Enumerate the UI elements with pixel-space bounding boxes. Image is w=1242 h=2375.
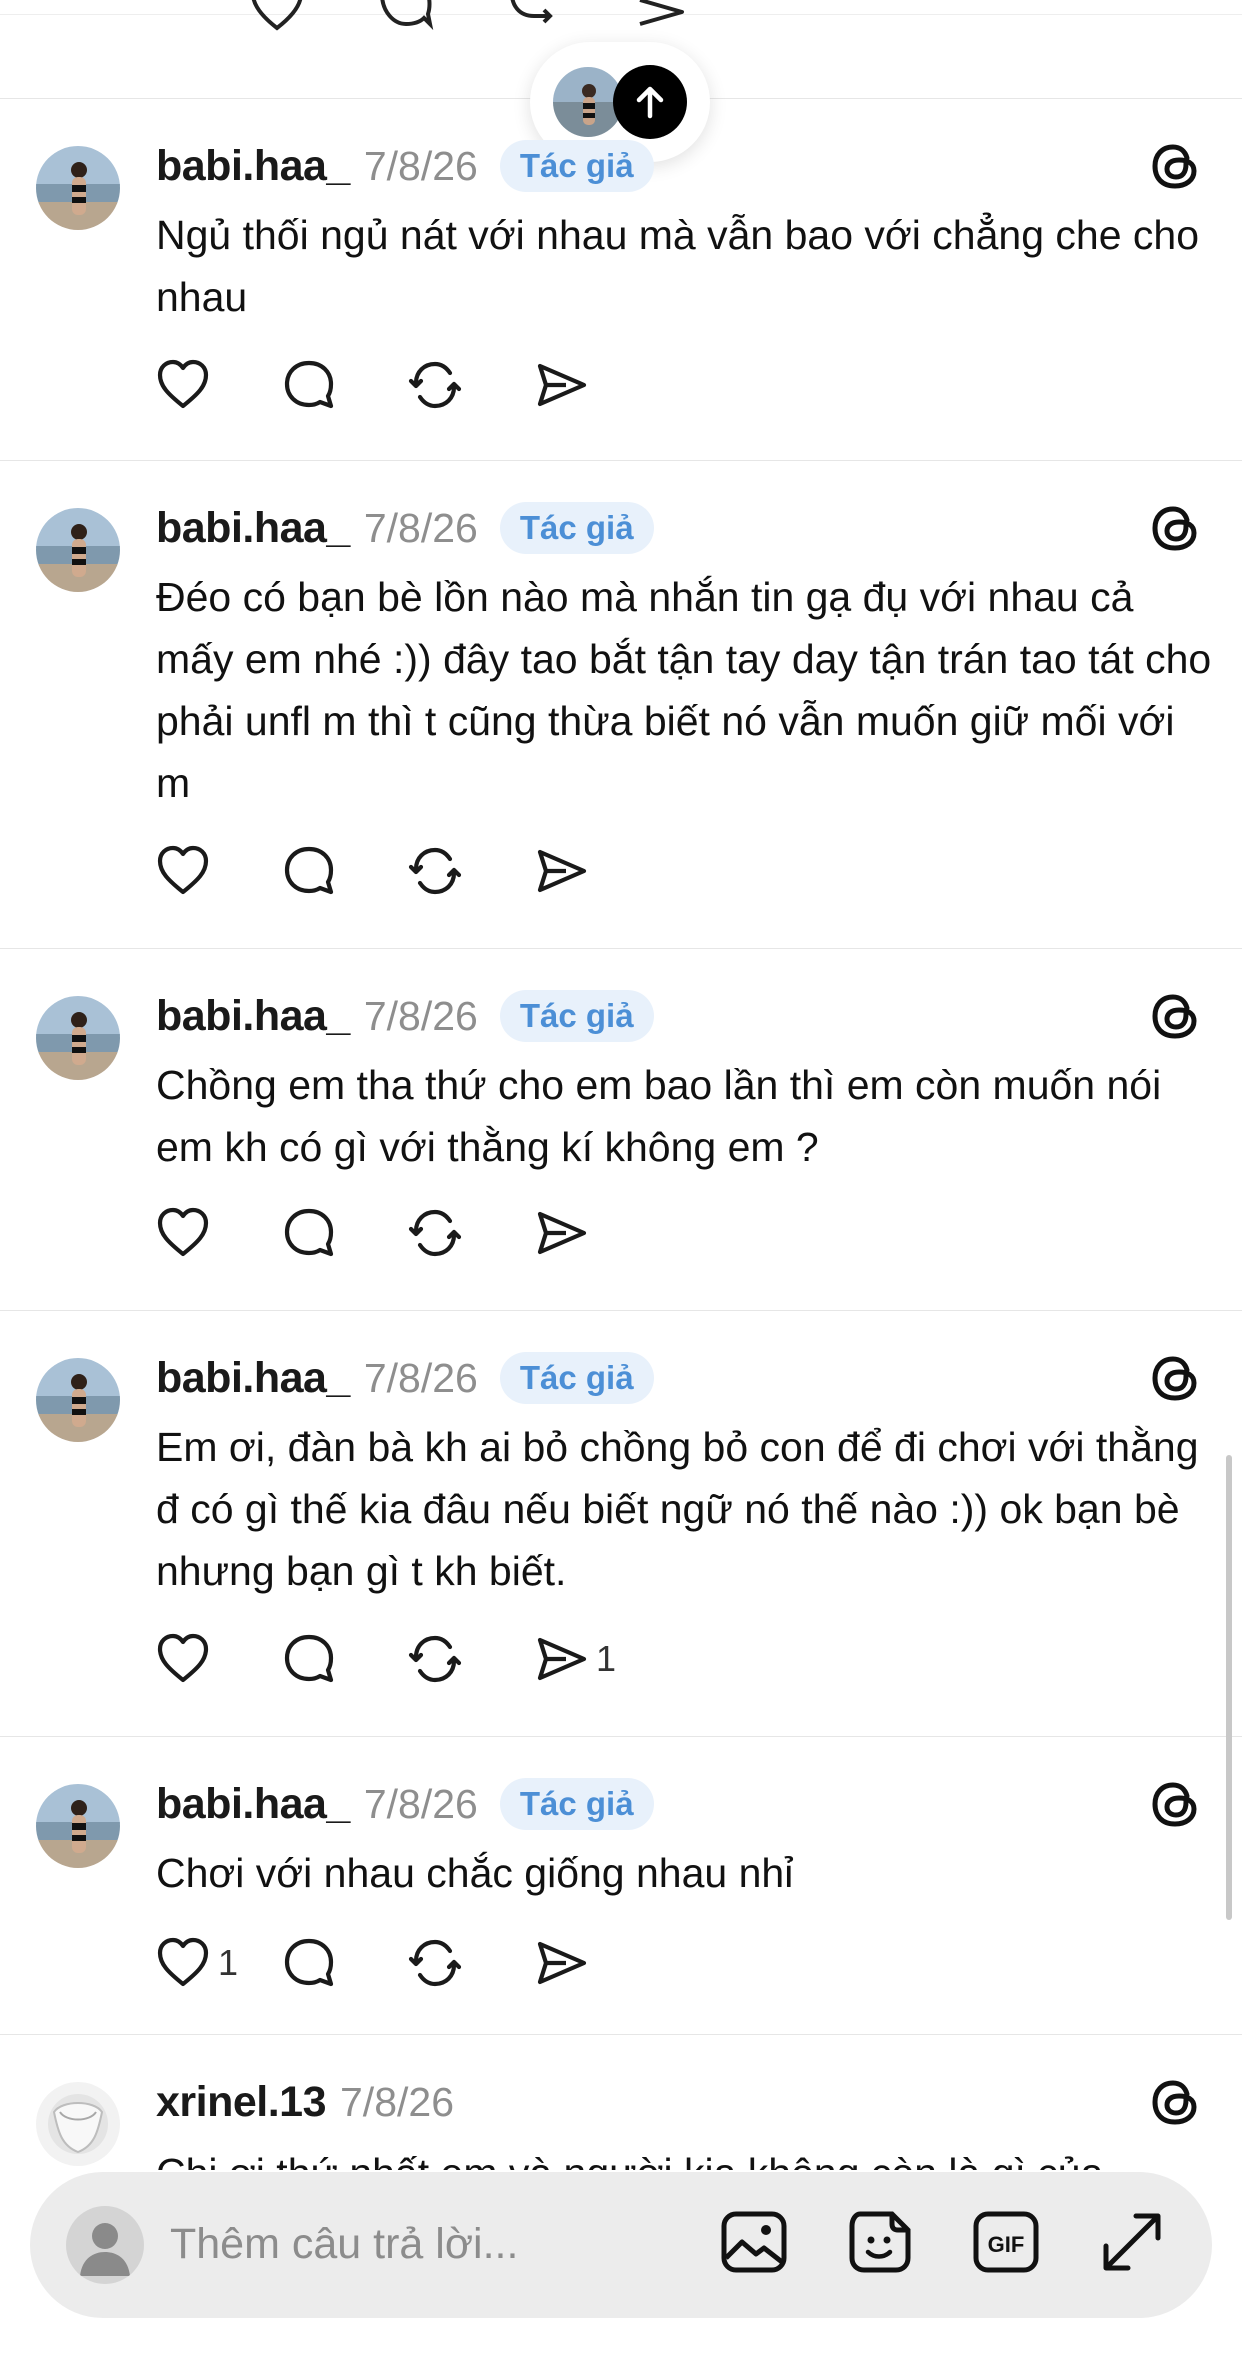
post-text: Chị ơi thứ nhất em và người kia không cò… <box>156 2142 1216 2170</box>
share-button[interactable] <box>532 1204 658 1262</box>
share-icon <box>532 356 590 414</box>
post-date: 7/8/26 <box>363 1780 478 1827</box>
threads-logo-icon[interactable] <box>1148 1350 1204 1406</box>
repost-icon[interactable] <box>504 0 562 34</box>
gif-icon[interactable]: GIF <box>970 2206 1042 2278</box>
comment-button[interactable] <box>280 1934 406 1992</box>
repost-button[interactable] <box>406 1204 532 1262</box>
repost-icon <box>406 842 464 900</box>
heart-icon <box>154 1204 212 1262</box>
share-icon <box>532 1630 590 1688</box>
like-button[interactable] <box>154 842 280 900</box>
reply-post[interactable]: xrinel.13 7/8/26 Chị ơi thứ nhất em và ngư… <box>0 2034 1242 2174</box>
author-badge: Tác giả <box>499 990 654 1042</box>
image-icon[interactable] <box>718 2206 790 2278</box>
repost-icon <box>406 1934 464 1992</box>
reply-post[interactable]: babi.haa_ 7/8/26 Tác giả Chơi với nhau chắc… <box>0 1736 1242 2035</box>
reply-post[interactable]: babi.haa_ 7/8/26 Tác giả Em ơi, đàn bà kh a… <box>0 1310 1242 1737</box>
reply-post[interactable]: babi.haa_ 7/8/26 Tác giả Chồng em tha thứ c… <box>0 948 1242 1311</box>
heart-icon <box>154 1630 212 1688</box>
comment-icon <box>280 1204 338 1262</box>
threads-logo-icon[interactable] <box>1148 1776 1204 1832</box>
share-button[interactable] <box>532 842 658 900</box>
share-button[interactable]: 1 <box>532 1630 658 1688</box>
repost-button[interactable] <box>406 1630 532 1688</box>
post-date: 7/8/26 <box>363 142 478 189</box>
username[interactable]: babi.haa_ <box>156 504 350 553</box>
threads-logo-icon[interactable] <box>1148 500 1204 556</box>
post-text: Chồng em tha thứ cho em bao lần thì em c… <box>156 1062 1162 1170</box>
post-date: 7/8/26 <box>363 1354 478 1401</box>
sticker-icon[interactable] <box>844 2206 916 2278</box>
author-badge: Tác giả <box>499 502 654 554</box>
avatar[interactable] <box>36 2082 120 2166</box>
like-button[interactable] <box>154 1204 280 1262</box>
post-text: Chơi với nhau chắc giống nhau nhỉ <box>156 1850 794 1896</box>
comment-icon[interactable] <box>376 0 434 34</box>
comment-icon <box>280 1934 338 1992</box>
post-date: 7/8/26 <box>340 2078 454 2125</box>
username[interactable]: xrinel.13 <box>156 2078 327 2127</box>
share-count: 1 <box>596 1638 617 1679</box>
repost-icon <box>406 1204 464 1262</box>
author-badge: Tác giả <box>499 1352 654 1404</box>
username[interactable]: babi.haa_ <box>156 992 350 1041</box>
scrollbar[interactable] <box>1226 1455 1232 1920</box>
like-button[interactable] <box>154 1630 280 1688</box>
comment-icon <box>280 842 338 900</box>
comment-button[interactable] <box>280 1630 406 1688</box>
like-button[interactable] <box>154 356 280 414</box>
post-text: Đéo có bạn bè lồn nào mà nhắn tin gạ đụ … <box>156 574 1212 806</box>
post-date: 7/8/26 <box>363 992 478 1039</box>
reply-post[interactable]: babi.haa_ 7/8/26 Tác giả Đéo có bạn bè lồn … <box>0 460 1242 949</box>
heart-icon <box>154 1934 212 1992</box>
repost-button[interactable] <box>406 1934 532 1992</box>
threads-logo-icon[interactable] <box>1148 2074 1204 2130</box>
repost-icon <box>406 1630 464 1688</box>
reply-post[interactable]: babi.haa_ 7/8/26 Tác giả Ngủ thối ngủ nát v… <box>0 98 1242 461</box>
author-badge: Tác giả <box>499 1778 654 1830</box>
arrow-up-icon <box>613 65 687 139</box>
like-button[interactable]: 1 <box>154 1934 280 1992</box>
like-count: 1 <box>218 1942 239 1983</box>
username[interactable]: babi.haa_ <box>156 1780 350 1829</box>
share-button[interactable] <box>532 1934 658 1992</box>
post-date: 7/8/26 <box>363 504 478 551</box>
post-text: Em ơi, đàn bà kh ai bỏ chồng bỏ con để đ… <box>156 1424 1199 1594</box>
username[interactable]: babi.haa_ <box>156 1354 350 1403</box>
threads-logo-icon[interactable] <box>1148 988 1204 1044</box>
share-icon <box>532 1934 590 1992</box>
repost-button[interactable] <box>406 842 532 900</box>
comment-button[interactable] <box>280 1204 406 1262</box>
avatar[interactable] <box>36 1784 120 1868</box>
share-icon <box>532 1204 590 1262</box>
comment-button[interactable] <box>280 842 406 900</box>
user-avatar-icon <box>66 2206 144 2284</box>
share-button[interactable] <box>532 356 658 414</box>
comment-icon <box>280 356 338 414</box>
heart-icon <box>154 842 212 900</box>
share-icon[interactable] <box>632 0 690 34</box>
threads-logo-icon[interactable] <box>1148 138 1204 194</box>
avatar[interactable] <box>36 996 120 1080</box>
heart-icon <box>154 356 212 414</box>
post-text: Ngủ thối ngủ nát với nhau mà vẫn bao với… <box>156 212 1199 320</box>
comment-icon <box>280 1630 338 1688</box>
expand-icon[interactable] <box>1096 2206 1168 2278</box>
share-icon <box>532 842 590 900</box>
avatar[interactable] <box>36 508 120 592</box>
author-badge: Tác giả <box>499 140 654 192</box>
svg-text:GIF: GIF <box>988 2232 1025 2257</box>
avatar[interactable] <box>36 1358 120 1442</box>
repost-button[interactable] <box>406 356 532 414</box>
repost-icon <box>406 356 464 414</box>
comment-button[interactable] <box>280 356 406 414</box>
heart-icon[interactable] <box>248 0 306 34</box>
reply-input[interactable]: Thêm câu trả lời... <box>170 2220 518 2269</box>
avatar[interactable] <box>36 146 120 230</box>
username[interactable]: babi.haa_ <box>156 142 350 191</box>
reply-composer[interactable]: Thêm câu trả lời... GIF <box>30 2172 1212 2318</box>
